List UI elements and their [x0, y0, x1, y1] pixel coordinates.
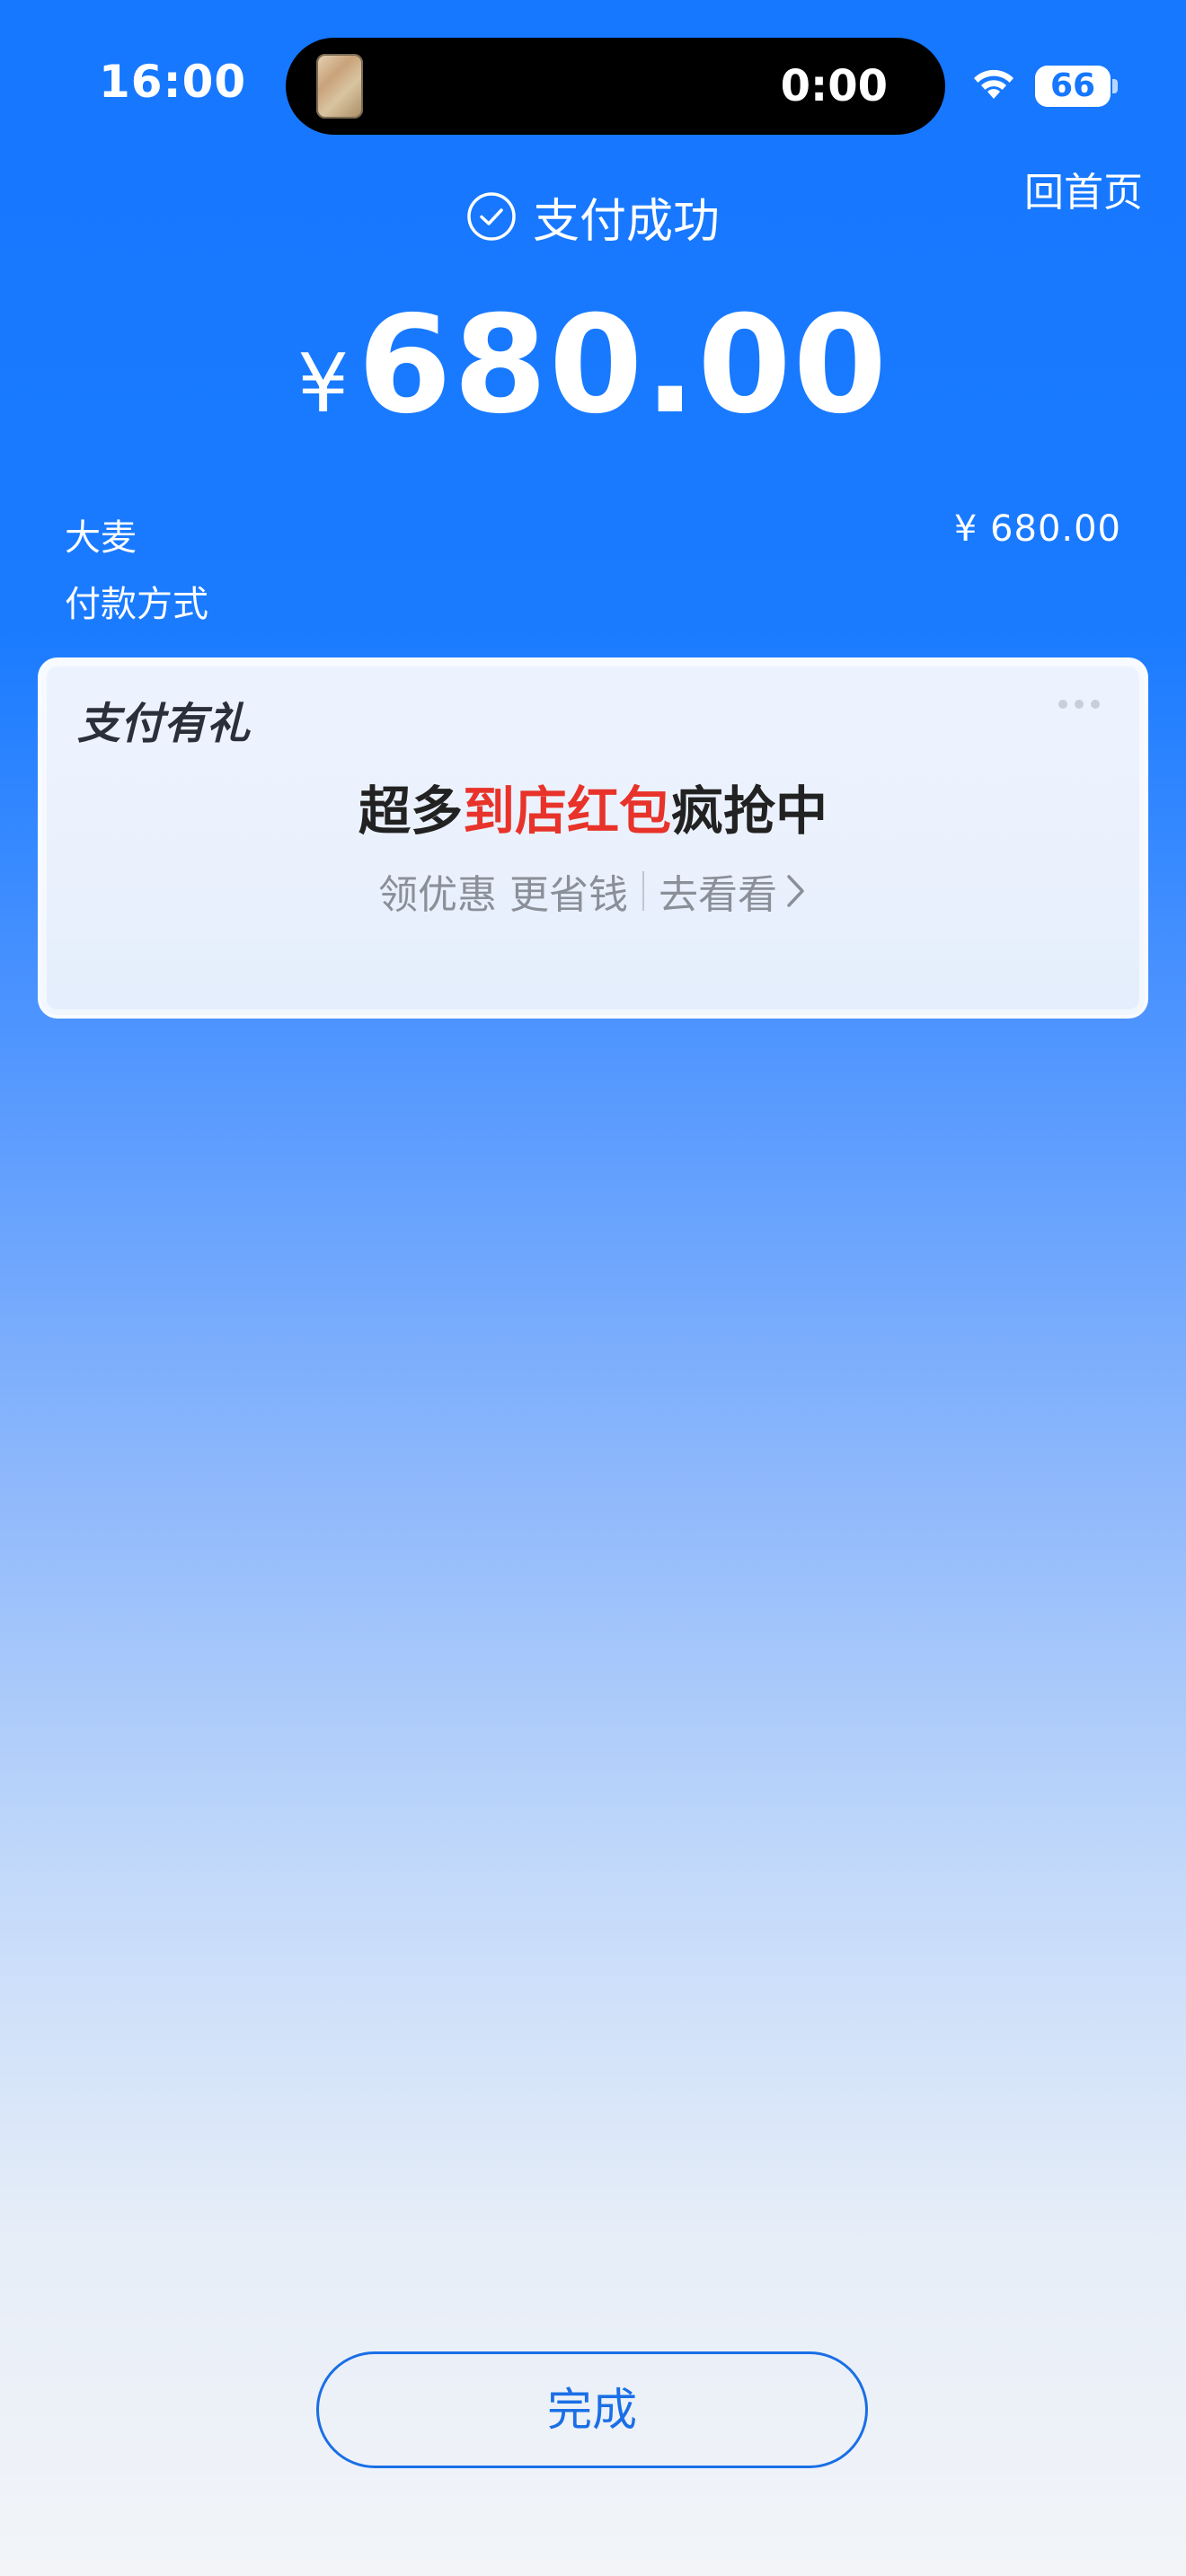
promo-headline-suffix: 疯抢中 — [671, 781, 828, 842]
promo-headline-highlight: 到店红包 — [462, 781, 671, 842]
payment-method-row: 付款方式 — [65, 575, 1121, 629]
battery-percent: 66 — [1049, 67, 1096, 104]
merchant-row: 大麦 ¥ 680.00 — [65, 508, 1121, 562]
promo-headline-prefix: 超多 — [358, 781, 463, 842]
chevron-right-icon — [787, 875, 804, 907]
wifi-icon — [974, 69, 1013, 99]
amount-value: 680.00 — [358, 287, 890, 444]
promo-card[interactable]: 支付有礼 超多到店红包疯抢中 领优惠 更省钱 去看看 — [38, 657, 1148, 1019]
currency-symbol: ¥ — [296, 337, 350, 431]
promo-divider — [642, 871, 644, 911]
payment-method-label: 付款方式 — [65, 584, 208, 625]
live-activity-timer: 0:00 — [780, 61, 888, 111]
battery-nub — [1112, 79, 1118, 93]
merchant-amount: ¥ 680.00 — [953, 508, 1121, 550]
battery-icon: 66 — [1035, 66, 1111, 107]
promo-subtitle-row: 领优惠 更省钱 去看看 — [41, 862, 1145, 920]
merchant-label: 大麦 — [65, 517, 137, 559]
done-button[interactable]: 完成 — [316, 2351, 868, 2468]
dynamic-island[interactable]: 0:00 — [286, 38, 945, 135]
check-circle-icon — [467, 192, 516, 241]
payment-amount: ¥ 680.00 — [0, 287, 1186, 449]
app-thumbnail-icon — [316, 54, 363, 119]
more-icon[interactable] — [1058, 695, 1112, 709]
promo-headline: 超多到店红包疯抢中 — [41, 769, 1145, 844]
status-bar: 16:00 0:00 66 — [0, 0, 1186, 171]
payment-status-text: 支付成功 — [532, 194, 720, 249]
payment-status: 支付成功 — [0, 185, 1186, 249]
promo-subtitle: 领优惠 更省钱 — [378, 872, 628, 918]
promo-cta[interactable]: 去看看 — [659, 862, 777, 920]
status-time: 16:00 — [99, 56, 247, 108]
promo-title: 支付有礼 — [77, 699, 251, 749]
